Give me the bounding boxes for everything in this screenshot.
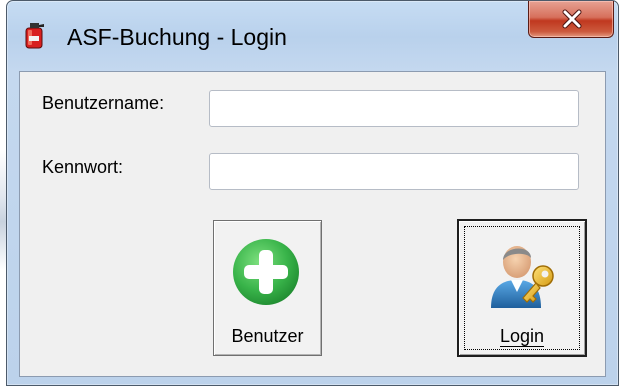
title-bar[interactable]: ASF-Buchung - Login — [7, 1, 618, 71]
user-key-icon — [491, 246, 554, 308]
password-label: Kennwort: — [42, 157, 124, 177]
username-label: Benutzername: — [42, 93, 165, 113]
window-title: ASF-Buchung - Login — [67, 24, 287, 50]
add-user-button[interactable]: Benutzer — [213, 220, 322, 356]
fire-extinguisher-icon — [25, 23, 44, 49]
close-button[interactable] — [528, 1, 614, 38]
username-field[interactable] — [209, 90, 579, 127]
login-button-label: Login — [459, 325, 585, 347]
add-user-button-label: Benutzer — [231, 326, 304, 346]
login-window: ASF-Buchung - Login Benutzername: Kennwo… — [6, 0, 619, 386]
login-label-text: Login — [499, 326, 545, 347]
password-field[interactable] — [209, 153, 579, 190]
add-plus-icon — [233, 239, 299, 305]
login-button[interactable]: Login — [457, 219, 587, 357]
screen: ASF-Buchung - Login Benutzername: Kennwo… — [0, 0, 625, 390]
close-icon — [562, 9, 582, 29]
form-panel: Benutzername: Kennwort: Benutzer Login — [19, 71, 606, 377]
